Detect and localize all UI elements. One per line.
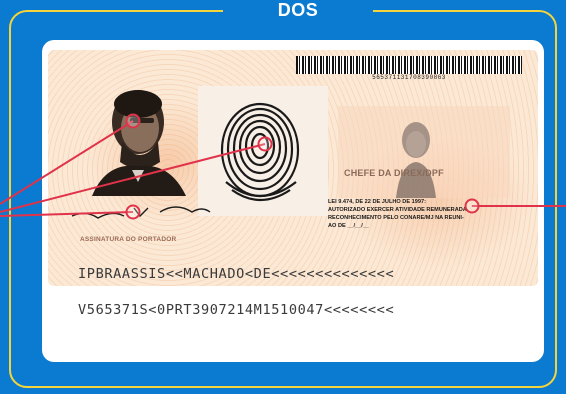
callout-marker-signature xyxy=(125,204,141,220)
callout-line-fingerprint xyxy=(0,143,266,213)
callout-marker-ghost xyxy=(464,198,480,214)
callout-line-signature xyxy=(0,211,134,217)
callout-marker-portrait xyxy=(125,113,141,129)
callout-marker-fingerprint xyxy=(257,136,273,152)
callout-line-portrait xyxy=(0,120,134,205)
callout-overlay xyxy=(0,113,566,220)
